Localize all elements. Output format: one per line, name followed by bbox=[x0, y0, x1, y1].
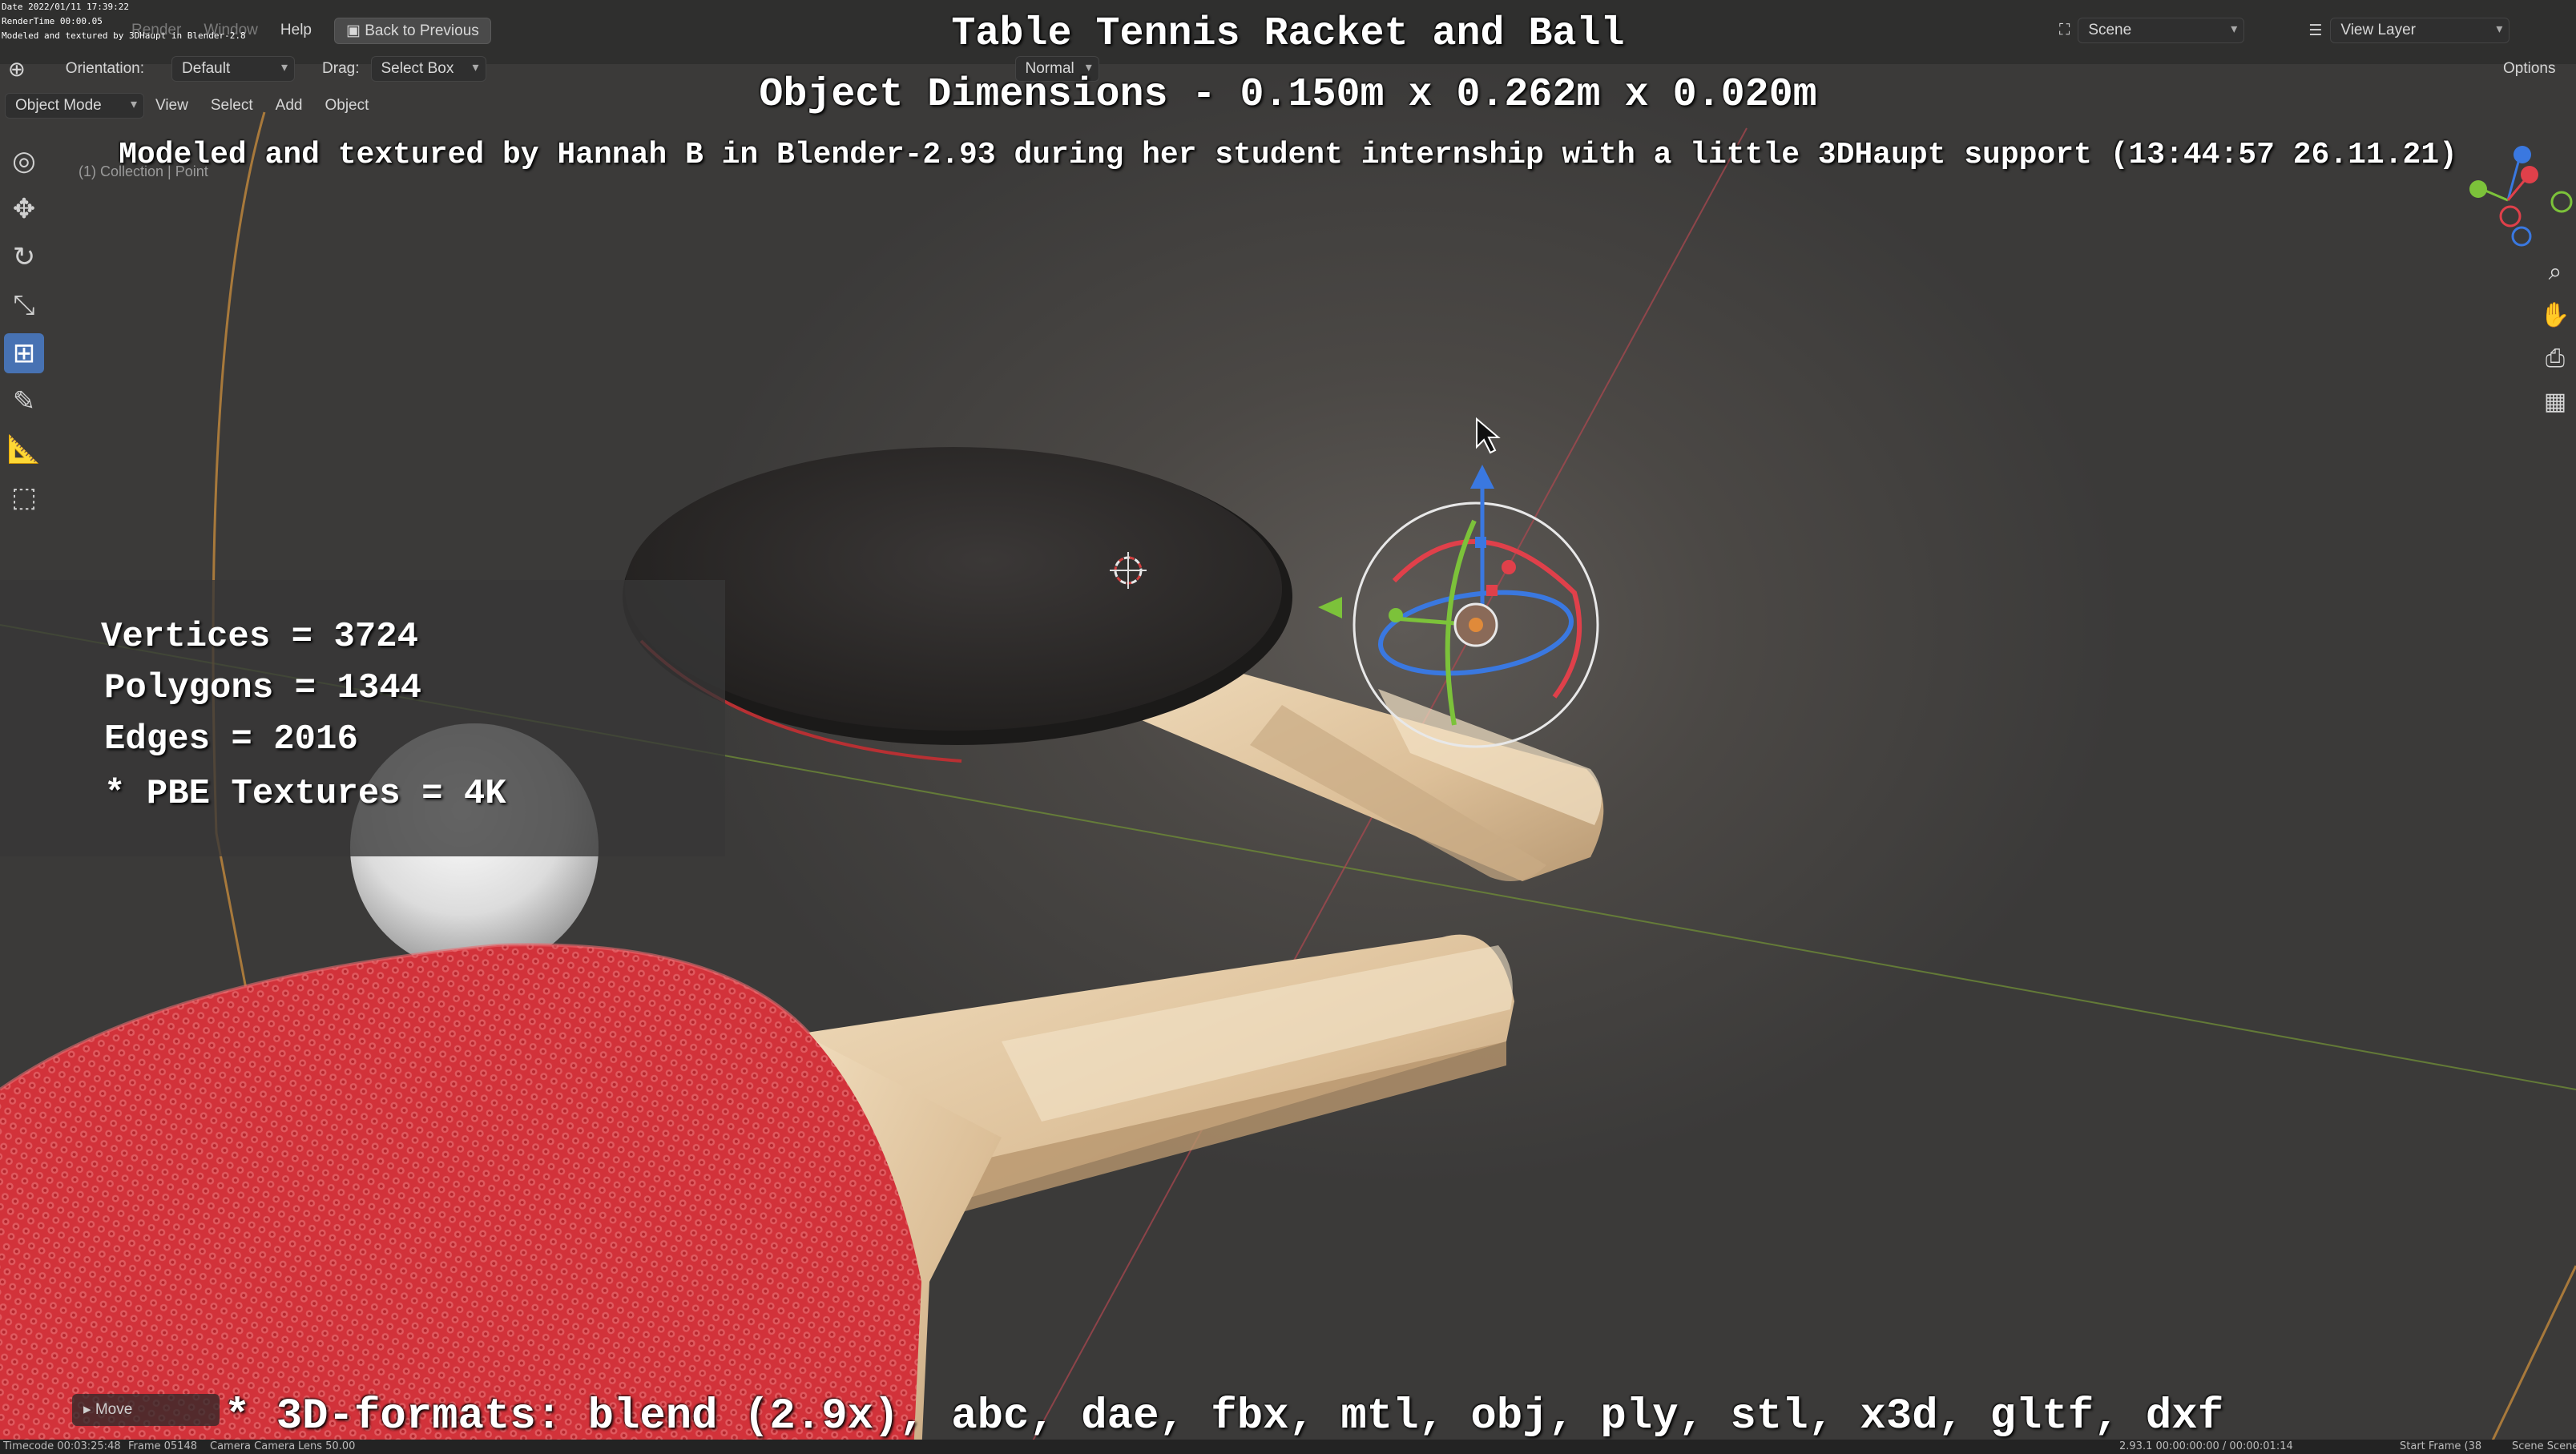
left-toolbar: ◎ ✥ ↻ ⤡ ⊞ ✎ 📐 ⬚ bbox=[3, 141, 45, 518]
stat-polygons: Polygons = 1344 bbox=[104, 668, 422, 708]
add-cube-icon[interactable]: ⬚ bbox=[4, 477, 44, 518]
status-lens: Lens 50.00 bbox=[298, 1440, 356, 1452]
red-racket bbox=[0, 934, 1514, 1454]
status-bar: Timecode 00:03:25:48 Frame 05148 Camera … bbox=[0, 1440, 2576, 1454]
mouse-pointer bbox=[1476, 417, 1501, 454]
viewport-navigation: ⌕ ✋ ⎙ ▦ bbox=[2539, 256, 2571, 418]
status-version-time: 2.93.1 00:00:00:00 / 00:00:01:14 bbox=[2119, 1440, 2293, 1452]
stat-textures: * PBE Textures = 4K bbox=[104, 774, 506, 814]
transform-icon[interactable]: ⊞ bbox=[4, 333, 44, 373]
overlay-dimensions: Object Dimensions - 0.150m x 0.262m x 0.… bbox=[759, 72, 1817, 118]
overlay-formats: * 3D-formats: blend (2.9x), abc, dae, fb… bbox=[224, 1392, 2224, 1441]
3d-viewport[interactable]: Date 2022/01/11 17:39:22 RenderTime 00:0… bbox=[0, 0, 2576, 1454]
status-camera: Camera Camera bbox=[210, 1440, 296, 1452]
black-racket bbox=[623, 447, 1604, 881]
grid-icon[interactable]: ▦ bbox=[2539, 386, 2571, 418]
zoom-icon[interactable]: ⌕ bbox=[2539, 256, 2571, 288]
measure-icon[interactable]: 📐 bbox=[4, 429, 44, 469]
hand-icon[interactable]: ✋ bbox=[2539, 300, 2571, 332]
move-icon[interactable]: ✥ bbox=[4, 189, 44, 229]
status-scene: Scene Scene bbox=[2512, 1440, 2576, 1452]
scale-icon[interactable]: ⤡ bbox=[4, 285, 44, 325]
status-start-frame: Start Frame (38 bbox=[2400, 1440, 2482, 1452]
camera-frame-line bbox=[212, 111, 266, 1002]
annotate-icon[interactable]: ✎ bbox=[4, 381, 44, 421]
camera-icon[interactable]: ⎙ bbox=[2539, 343, 2571, 375]
stat-vertices: Vertices = 3724 bbox=[101, 617, 419, 657]
transform-gizmo bbox=[1318, 465, 1599, 748]
status-frame: Frame 05148 bbox=[128, 1440, 197, 1452]
stat-edges: Edges = 2016 bbox=[104, 719, 358, 759]
cursor-icon[interactable]: ◎ bbox=[4, 141, 44, 181]
overlay-title: Table Tennis Racket and Ball bbox=[951, 11, 1625, 57]
rotate-icon[interactable]: ↻ bbox=[4, 237, 44, 277]
status-timecode: Timecode 00:03:25:48 bbox=[3, 1440, 121, 1452]
overlay-credit: Modeled and textured by Hannah B in Blen… bbox=[119, 138, 2457, 172]
